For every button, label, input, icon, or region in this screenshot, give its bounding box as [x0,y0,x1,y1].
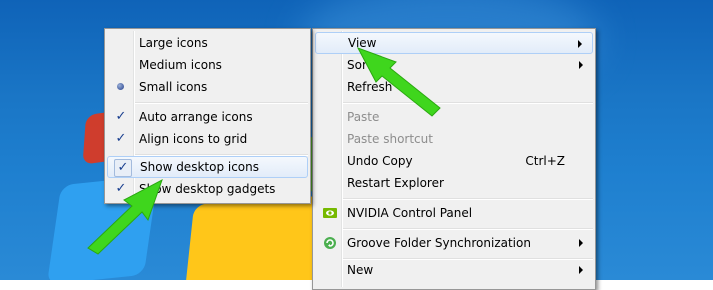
menu-item-label: Auto arrange icons [139,110,253,124]
menu-item-view[interactable]: View [315,32,593,54]
menu-separator [343,198,593,200]
view-submenu: Large icons Medium icons Small icons ✓ A… [104,28,311,204]
submenu-item-large-icons[interactable]: Large icons [107,32,308,54]
menu-item-groove-folder-sync[interactable]: Groove Folder Synchronization [315,232,593,254]
menu-item-label: Show desktop icons [140,160,260,174]
submenu-item-show-desktop-icons[interactable]: ✓ Show desktop icons [107,156,308,178]
groove-icon [323,236,337,250]
submenu-arrow-icon [579,266,583,274]
checkmark-icon: ✓ [115,131,127,146]
checkmark-icon: ✓ [115,181,127,196]
radio-bullet-icon [117,83,124,90]
menu-item-label: Align icons to grid [139,132,248,146]
menu-item-refresh[interactable]: Refresh [315,76,593,98]
menu-separator [135,102,308,104]
submenu-arrow-icon [578,40,582,48]
submenu-arrow-icon [579,239,583,247]
submenu-item-align-to-grid[interactable]: ✓ Align icons to grid [107,128,308,150]
menu-item-shortcut: Ctrl+Z [525,154,565,168]
menu-item-label: Paste shortcut [347,132,433,146]
checkmark-icon: ✓ [114,159,132,177]
menu-item-undo-copy[interactable]: Undo Copy Ctrl+Z [315,150,593,172]
desktop-context-menu: View Sort by Refresh Paste Paste shortcu… [312,28,596,290]
nvidia-icon [323,206,337,220]
menu-item-new[interactable]: New [315,259,593,281]
menu-item-paste: Paste [315,106,593,128]
menu-item-sort-by[interactable]: Sort by [315,54,593,76]
menu-item-label: Refresh [347,80,393,94]
menu-item-label: Undo Copy [347,154,413,168]
menu-item-label: Groove Folder Synchronization [347,236,531,250]
menu-item-restart-explorer[interactable]: Restart Explorer [315,172,593,194]
menu-item-label: Paste [347,110,380,124]
menu-item-label: Medium icons [139,58,222,72]
menu-item-label: Sort by [347,58,391,72]
menu-item-label: Show desktop gadgets [139,182,276,196]
menu-item-label: View [348,36,377,50]
submenu-item-small-icons[interactable]: Small icons [107,76,308,98]
windows-logo-yellow-pane [184,195,326,280]
menu-separator [343,102,593,104]
submenu-item-show-desktop-gadgets[interactable]: ✓ Show desktop gadgets [107,178,308,200]
menu-item-label: Restart Explorer [347,176,444,190]
menu-item-paste-shortcut: Paste shortcut [315,128,593,150]
submenu-arrow-icon [579,61,583,69]
submenu-item-auto-arrange[interactable]: ✓ Auto arrange icons [107,106,308,128]
menu-item-nvidia-control-panel[interactable]: NVIDIA Control Panel [315,202,593,224]
submenu-item-medium-icons[interactable]: Medium icons [107,54,308,76]
menu-item-label: Small icons [139,80,208,94]
menu-item-label: Large icons [139,36,208,50]
menu-item-label: New [347,263,374,277]
checkmark-icon: ✓ [115,109,127,124]
menu-item-label: NVIDIA Control Panel [347,206,473,220]
menu-separator [343,228,593,230]
